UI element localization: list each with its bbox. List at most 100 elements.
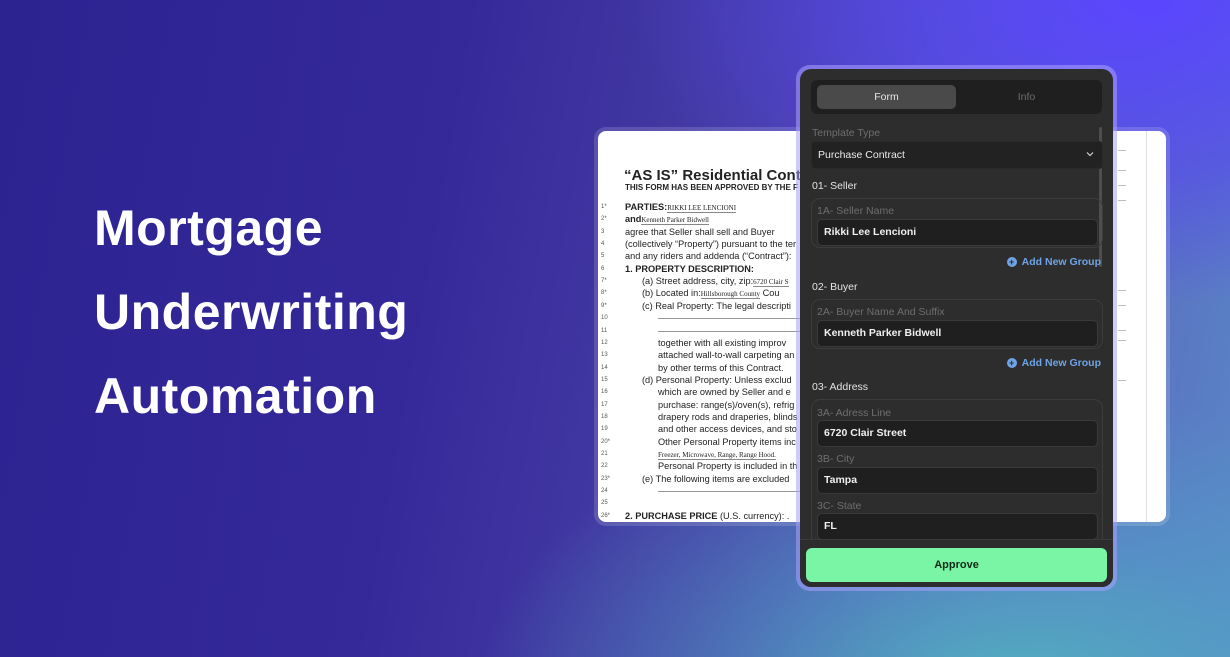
line-number: 17 (601, 401, 608, 408)
blank-rule (658, 491, 818, 493)
line-number: 12 (601, 339, 608, 346)
line-text: 2. PURCHASE PRICE (U.S. currency): . (625, 510, 789, 522)
headline-line-3: Automation (94, 368, 377, 424)
margin-tick (1118, 150, 1126, 151)
buyer-name-value: Kenneth Parker Bidwell (824, 327, 942, 339)
line-text: together with all existing improv (658, 337, 786, 349)
address-line-field[interactable]: 6720 Clair Street (817, 420, 1098, 447)
line-number: 2* (601, 216, 607, 223)
blank-rule (658, 318, 818, 320)
headline: Mortgage Underwriting Automation (94, 186, 408, 438)
blank-rule (658, 330, 818, 332)
line-number: 26* (601, 512, 611, 519)
template-type-label: Template Type (812, 127, 881, 139)
line-text: (c) Real Property: The legal descripti (642, 300, 791, 312)
line-number: 16 (601, 389, 608, 396)
line-number: 13 (601, 352, 608, 359)
line-label: 2. PURCHASE PRICE (625, 510, 718, 521)
line-body: purchase: range(s)/oven(s), refrig (658, 399, 795, 410)
line-body: which are owned by Seller and e (658, 387, 791, 398)
line-text: PARTIES:RIKKI LEE LENCIONI (625, 201, 737, 214)
line-number: 18 (601, 413, 608, 420)
buyer-add-new-group-label: Add New Group (1021, 357, 1101, 369)
section-address-title: 03- Address (812, 381, 869, 393)
margin-tick (1118, 290, 1126, 291)
line-text: (b) Located in:Hillsborough County Cou (642, 287, 779, 300)
filled-value: Hillsborough County (700, 290, 761, 300)
line-text: by other terms of this Contract. (658, 362, 784, 374)
buyer-name-field[interactable]: Kenneth Parker Bidwell (817, 320, 1098, 347)
line-text: Other Personal Property items inc (658, 436, 796, 448)
line-body: (b) Located in: (642, 288, 701, 299)
seller-add-new-group-label: Add New Group (1021, 256, 1101, 268)
line-number: 6 (601, 265, 605, 272)
filled-value: Kenneth Parker Bidwell (641, 216, 709, 226)
state-field[interactable]: FL (817, 513, 1098, 540)
line-body: agree that Seller shall sell and Buyer (625, 226, 775, 237)
line-text: drapery rods and draperies, blinds (658, 411, 797, 423)
line-text: (d) Personal Property: Unless exclud (642, 374, 792, 386)
line-number: 14 (601, 364, 608, 371)
line-label: and (625, 214, 642, 225)
line-text: attached wall-to-wall carpeting an (658, 349, 794, 361)
tab-info[interactable]: Info (957, 85, 1096, 109)
line-text: Personal Property is included in th (658, 460, 797, 472)
margin-tick (1118, 200, 1126, 201)
line-body: (e) The following items are excluded (642, 473, 790, 484)
line-body: Personal Property is included in th (658, 461, 798, 472)
panel-footer: Approve (800, 539, 1113, 587)
line-number: 23* (601, 475, 611, 482)
plus-circle-icon: + (1006, 257, 1017, 267)
line-text: and any riders and addenda (“Contract”): (625, 250, 792, 262)
line-text: 1. PROPERTY DESCRIPTION: (625, 263, 754, 275)
margin-tick (1118, 380, 1126, 381)
section-seller-title: 01- Seller (812, 180, 857, 192)
line-text: andKenneth Parker Bidwell (625, 213, 709, 226)
line-text: (a) Street address, city, zip:6720 Clair… (642, 275, 789, 288)
line-text: (collectively “Property”) pursuant to th… (625, 238, 796, 250)
line-number: 21 (601, 451, 608, 457)
line-number: 3 (601, 228, 605, 235)
line-body: (d) Personal Property: Unless exclud (642, 374, 792, 385)
line-body: (a) Street address, city, zip: (642, 276, 754, 287)
tab-bar: Form Info (811, 80, 1102, 114)
buyer-name-label: 2A- Buyer Name And Suffix (817, 306, 945, 318)
template-type-select[interactable]: Purchase Contract (811, 141, 1103, 169)
line-body: (U.S. currency): . (717, 510, 790, 521)
line-number: 7* (601, 278, 607, 285)
line-number: 24 (601, 488, 608, 495)
headline-line-2: Underwriting (94, 284, 409, 340)
section-buyer-title: 02- Buyer (812, 281, 858, 293)
approve-button[interactable]: Approve (806, 548, 1107, 582)
city-label: 3B- City (817, 453, 855, 465)
seller-name-field[interactable]: Rikki Lee Lencioni (817, 219, 1098, 246)
tab-form[interactable]: Form (817, 85, 956, 109)
address-line-value: 6720 Clair Street (824, 427, 907, 439)
margin-tick (1118, 330, 1126, 331)
line-body: and any riders and addenda (“Contract”): (625, 251, 792, 262)
line-body: (collectively “Property”) pursuant to th… (625, 239, 797, 250)
line-number: 22 (601, 463, 608, 470)
state-label: 3C- State (817, 500, 862, 512)
line-number: 20* (601, 438, 611, 445)
line-number: 15 (601, 376, 608, 383)
line-body: drapery rods and draperies, blinds (658, 411, 798, 422)
template-type-value: Purchase Contract (818, 149, 905, 161)
line-text: and other access devices, and sto (658, 423, 797, 435)
line-text: Freezer, Microwave, Range, Range Hood. (658, 448, 776, 461)
seller-add-new-group-button[interactable]: + Add New Group (1006, 256, 1101, 268)
line-number: 8* (601, 290, 607, 297)
buyer-add-new-group-button[interactable]: + Add New Group (1006, 357, 1101, 369)
line-body-after: Cou (760, 288, 780, 299)
document-title: “AS IS” Residential Contrac (624, 167, 824, 184)
line-body: attached wall-to-wall carpeting an (658, 350, 795, 361)
document-margin-line (1146, 131, 1147, 522)
document-subtitle: THIS FORM HAS BEEN APPROVED BY THE F (625, 183, 798, 192)
margin-tick (1118, 340, 1126, 341)
line-number: 4 (601, 241, 605, 248)
city-value: Tampa (824, 474, 858, 486)
line-number: 11 (601, 327, 608, 334)
line-body: by other terms of this Contract. (658, 362, 784, 373)
line-number: 9* (601, 302, 607, 309)
city-field[interactable]: Tampa (817, 467, 1098, 494)
